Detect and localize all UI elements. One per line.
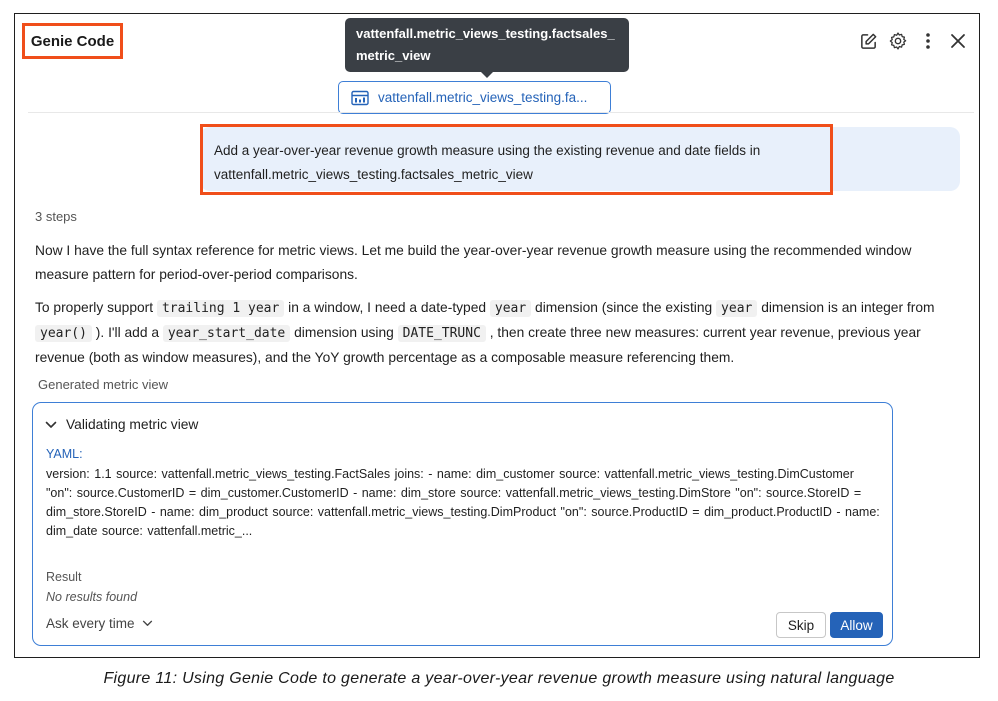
para-text: dimension is an integer from [757,300,935,315]
inline-code: DATE_TRUNC [397,325,486,342]
ask-every-time-label: Ask every time [46,616,135,631]
allow-button[interactable]: Allow [830,612,883,638]
generated-metric-view-label: Generated metric view [38,377,169,392]
more-vertical-icon[interactable] [918,31,938,51]
validating-toggle[interactable]: Validating metric view [45,417,198,432]
chevron-down-icon [45,421,57,428]
inline-code: year [716,300,758,317]
para-text: dimension using [290,325,398,340]
yaml-content: version: 1.1 source: vattenfall.metric_v… [46,467,880,538]
edit-icon[interactable] [858,31,878,51]
table-icon [351,90,369,105]
inline-code: year [489,300,532,317]
inline-code: trailing 1 year [156,300,285,317]
assistant-paragraph-1: Now I have the full syntax reference for… [35,243,912,282]
user-message: Add a year-over-year revenue growth meas… [200,124,833,195]
assistant-paragraph-2: To properly support trailing 1 year in a… [35,296,935,370]
skip-button[interactable]: Skip [776,612,826,638]
card-title: Validating metric view [66,417,199,432]
context-chip[interactable]: vattenfall.metric_views_testing.fa... [338,81,611,114]
para-text: ). I'll add a [91,325,163,340]
para-text: in a window, I need a date-typed [284,300,490,315]
close-icon[interactable] [948,31,968,51]
para-text: To properly support [35,300,157,315]
chevron-down-icon [142,620,152,626]
result-value: No results found [46,590,138,604]
inline-code: year_start_date [162,325,291,342]
header-toolbar [858,31,968,51]
result-label: Result [46,570,82,584]
para-text: dimension (since the existing [531,300,717,315]
metric-view-card: Validating metric view YAML: version: 1.… [32,402,893,646]
context-tooltip: vattenfall.metric_views_testing.factsale… [345,18,629,72]
header-divider [28,112,974,113]
figure-caption: Figure 11: Using Genie Code to generate … [103,670,895,687]
yaml-label: YAML: [46,447,83,461]
inline-code: year() [35,325,92,342]
steps-count[interactable]: 3 steps [35,209,77,224]
app-title: Genie Code [22,23,123,59]
ask-every-time-dropdown[interactable]: Ask every time [46,616,153,631]
gear-icon[interactable] [888,31,908,51]
tooltip-arrow [480,71,494,78]
context-chip-label: vattenfall.metric_views_testing.fa... [378,90,588,105]
